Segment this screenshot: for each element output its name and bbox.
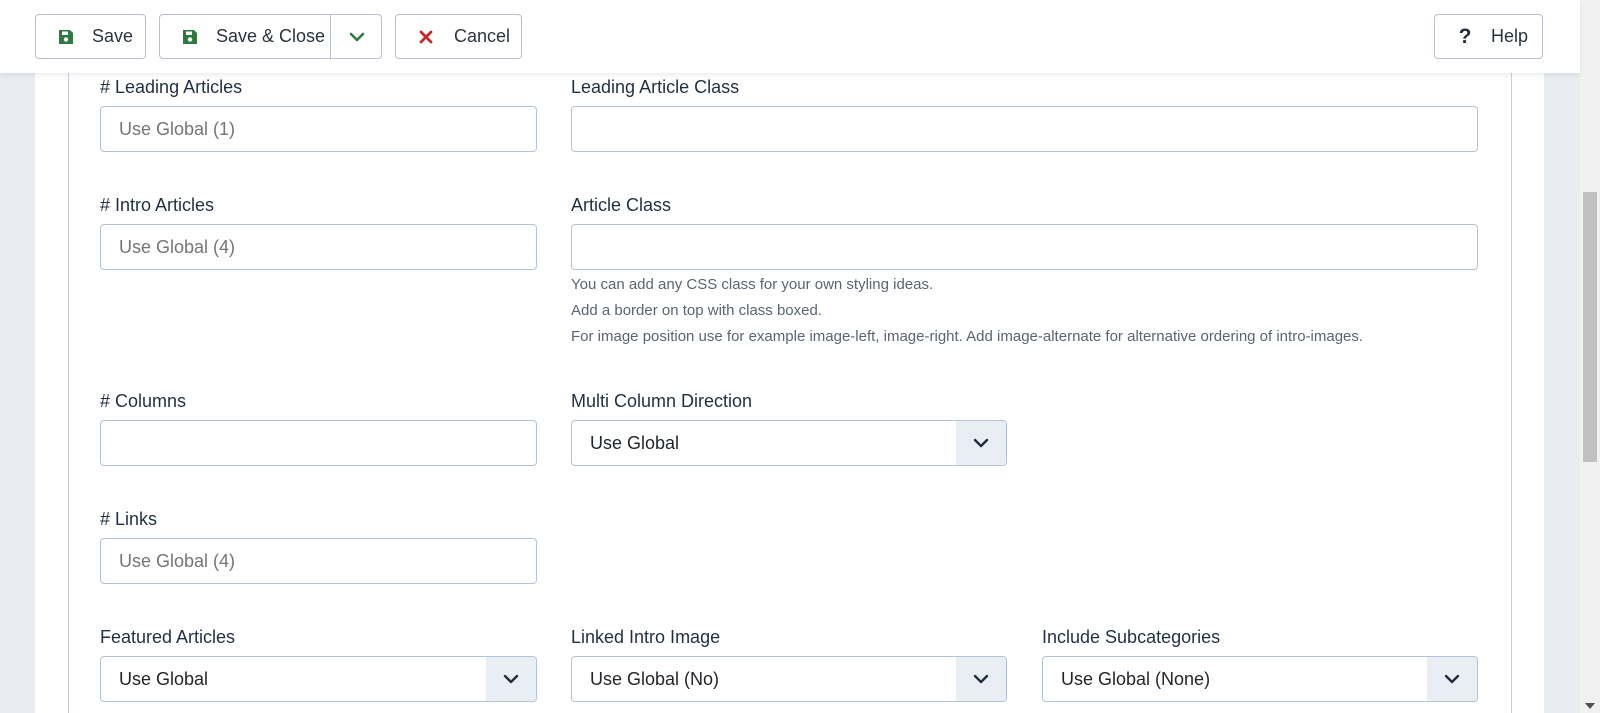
leading-article-class-label: Leading Article Class	[571, 77, 740, 97]
include-subcategories-value: Use Global (None)	[1061, 668, 1211, 689]
intro-articles-input[interactable]	[100, 224, 537, 270]
x-icon	[416, 27, 436, 47]
links-label: # Links	[100, 509, 158, 529]
columns-label: # Columns	[100, 391, 187, 411]
scrollbar-thumb[interactable]	[1583, 192, 1597, 462]
leading-article-class-input[interactable]	[571, 106, 1478, 152]
featured-articles-value: Use Global	[119, 668, 209, 689]
article-class-input[interactable]	[571, 224, 1478, 270]
save-options-dropdown-button[interactable]	[330, 15, 382, 58]
multi-column-direction-value: Use Global	[590, 432, 680, 453]
article-class-help-1: You can add any CSS class for your own s…	[571, 276, 934, 293]
chevron-down-icon	[349, 26, 365, 47]
save-button[interactable]: Save	[35, 14, 146, 59]
floppy-disk-icon	[180, 27, 200, 47]
leading-articles-input[interactable]	[100, 106, 537, 152]
linked-intro-image-select[interactable]: Use Global (No)	[571, 656, 1007, 702]
article-class-help-2: Add a border on top with class boxed.	[571, 302, 822, 319]
chevron-down-icon	[956, 421, 1006, 465]
columns-input[interactable]	[100, 420, 537, 466]
save-close-label: Save & Close	[216, 26, 326, 46]
save-close-button[interactable]: Save & Close	[159, 14, 382, 59]
include-subcategories-label: Include Subcategories	[1042, 627, 1221, 647]
vertical-scrollbar[interactable]	[1580, 0, 1600, 713]
save-label: Save	[92, 26, 134, 46]
chevron-down-icon	[486, 657, 536, 701]
floppy-disk-icon	[56, 27, 76, 47]
scroll-down-arrow-icon[interactable]	[1585, 703, 1595, 709]
article-class-label: Article Class	[571, 195, 672, 215]
multi-column-direction-label: Multi Column Direction	[571, 391, 753, 411]
featured-articles-label: Featured Articles	[100, 627, 236, 647]
chevron-down-icon	[1427, 657, 1477, 701]
include-subcategories-select[interactable]: Use Global (None)	[1042, 656, 1478, 702]
linked-intro-image-label: Linked Intro Image	[571, 627, 721, 647]
help-button[interactable]: ? Help	[1434, 14, 1543, 59]
cancel-label: Cancel	[454, 26, 511, 46]
linked-intro-image-value: Use Global (No)	[590, 668, 720, 689]
article-class-help-3: For image position use for example image…	[571, 328, 1364, 345]
multi-column-direction-select[interactable]: Use Global	[571, 420, 1007, 466]
help-label: Help	[1491, 26, 1529, 46]
leading-articles-label: # Leading Articles	[100, 77, 243, 97]
cancel-button[interactable]: Cancel	[395, 14, 522, 59]
chevron-down-icon	[956, 657, 1006, 701]
question-mark-icon: ?	[1458, 24, 1472, 48]
intro-articles-label: # Intro Articles	[100, 195, 215, 215]
links-input[interactable]	[100, 538, 537, 584]
toolbar: Save Save & Close Cancel ? Help	[0, 0, 1580, 73]
featured-articles-select[interactable]: Use Global	[100, 656, 537, 702]
